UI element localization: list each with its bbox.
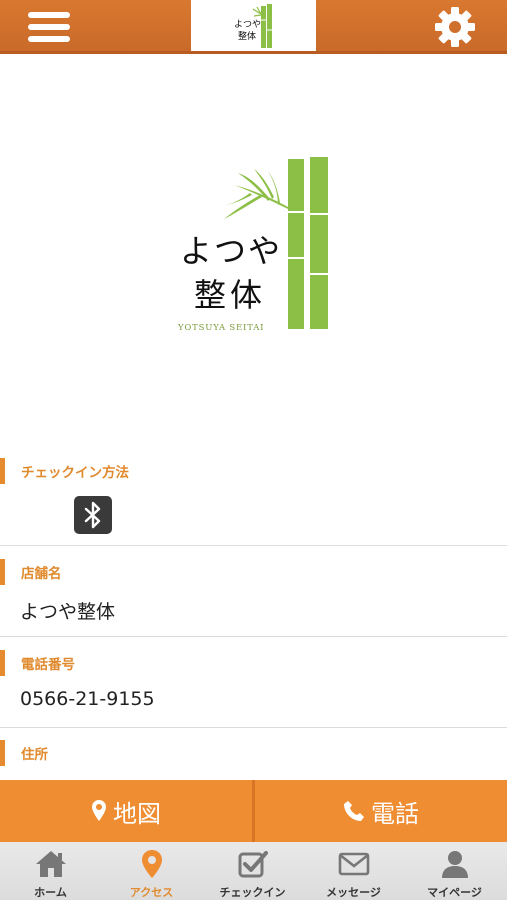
address-label: 住所 xyxy=(21,747,48,763)
bluetooth-icon xyxy=(74,496,112,534)
header-logo-line2: 整体 xyxy=(238,30,256,42)
brand-name-line1: よつや xyxy=(180,232,283,270)
tab-label: メッセージ xyxy=(326,886,381,899)
map-pin-icon xyxy=(141,850,162,878)
brand-name-english: YOTSUYA SEITAI xyxy=(178,323,265,333)
tab-label: アクセス xyxy=(129,886,174,899)
brand-name-line2: 整体 xyxy=(194,276,267,314)
tab-label: マイページ xyxy=(427,886,482,899)
brand-logo: よつや 整体 YOTSUYA SEITAI xyxy=(150,147,350,337)
action-bar: 地図 電話 xyxy=(0,780,507,842)
user-icon xyxy=(441,851,468,878)
gear-icon xyxy=(435,7,475,47)
call-button-label: 電話 xyxy=(371,799,419,828)
tab-message[interactable]: メッセージ xyxy=(303,842,404,900)
tab-label: ホーム xyxy=(34,886,67,899)
hero-area: よつや 整体 YOTSUYA SEITAI xyxy=(0,57,507,457)
home-icon xyxy=(35,851,66,877)
call-button[interactable]: 電話 xyxy=(255,780,507,842)
tab-home[interactable]: ホーム xyxy=(0,842,101,900)
section-store-name: 店舗名 よつや整体 xyxy=(0,559,507,637)
section-phone: 電話番号 0566-21-9155 xyxy=(0,650,507,728)
header-logo-line1: よつや xyxy=(234,19,261,30)
checkin-icon xyxy=(238,851,268,878)
tab-bar: ホーム アクセス チェックイン メッセージ マイページ xyxy=(0,842,507,900)
tab-checkin[interactable]: チェックイン xyxy=(202,842,303,900)
store-name-value: よつや整体 xyxy=(20,601,116,623)
bamboo-logo-icon: よつや 整体 xyxy=(234,4,272,48)
menu-icon xyxy=(28,12,70,18)
map-button-label: 地図 xyxy=(113,799,161,828)
app-screen: よつや 整体 よつや 整体 YOTSUYA SEITAI チェックイン方法 店舗… xyxy=(0,0,507,900)
phone-value[interactable]: 0566-21-9155 xyxy=(20,688,155,710)
section-address: 住所 xyxy=(0,740,507,780)
section-checkin-method: チェックイン方法 xyxy=(0,458,507,546)
store-name-label: 店舗名 xyxy=(21,566,62,582)
settings-button[interactable] xyxy=(434,6,476,48)
map-pin-icon xyxy=(92,800,106,821)
app-header: よつや 整体 xyxy=(0,0,507,54)
phone-label: 電話番号 xyxy=(21,657,75,673)
checkin-method-label: チェックイン方法 xyxy=(21,465,129,481)
tab-label: チェックイン xyxy=(219,886,286,899)
phone-icon xyxy=(344,801,364,821)
tab-mypage[interactable]: マイページ xyxy=(404,842,505,900)
header-logo[interactable]: よつや 整体 xyxy=(191,0,316,54)
map-button[interactable]: 地図 xyxy=(0,780,252,842)
section-label: チェックイン方法 xyxy=(0,458,129,484)
menu-button[interactable] xyxy=(28,9,74,45)
tab-access[interactable]: アクセス xyxy=(101,842,202,900)
envelope-icon xyxy=(338,852,369,876)
